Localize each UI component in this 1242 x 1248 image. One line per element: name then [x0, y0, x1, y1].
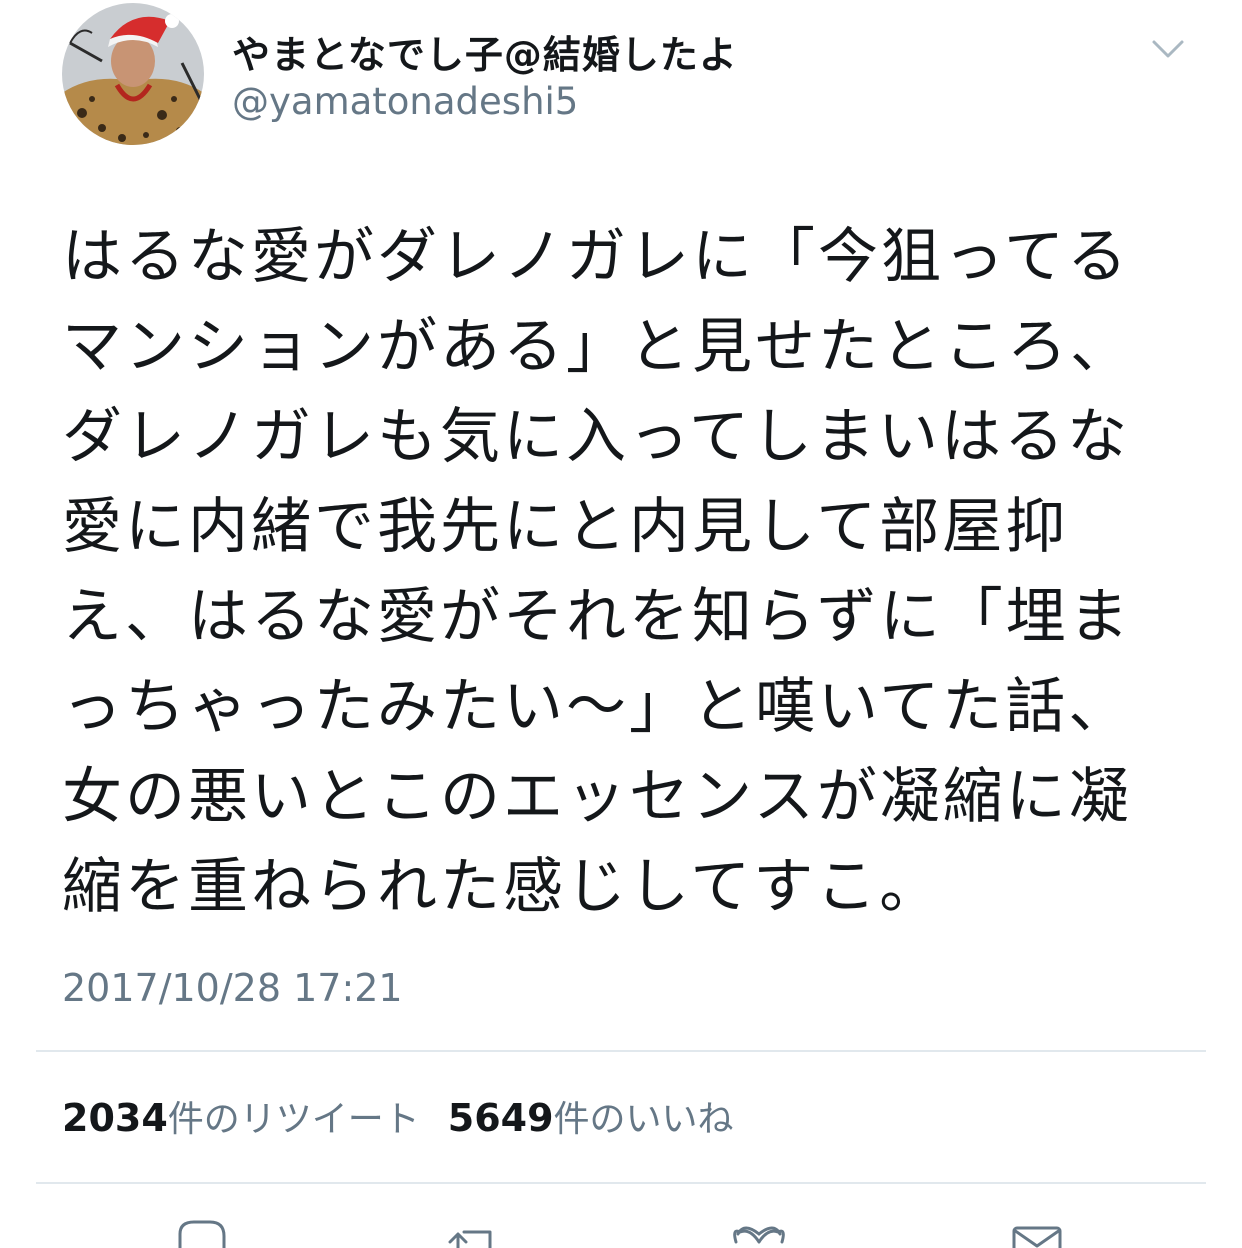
like-count: 5649 — [447, 1096, 554, 1140]
retweet-count: 2034 — [62, 1096, 168, 1140]
chevron-down-icon[interactable] — [1146, 32, 1190, 68]
tweet-stats: 2034件のリツイート 5649件のいいね — [62, 1090, 734, 1142]
like-stat[interactable]: 5649件のいいね — [447, 1096, 734, 1140]
retweet-stat[interactable]: 2034件のリツイート — [62, 1096, 420, 1140]
like-label: 件のいいね — [553, 1099, 734, 1140]
avatar[interactable] — [62, 3, 204, 145]
retweet-icon[interactable] — [440, 1208, 510, 1248]
retweet-label: 件のリツイート — [167, 1099, 420, 1140]
reply-icon[interactable] — [166, 1208, 236, 1248]
divider — [36, 1050, 1206, 1052]
mail-icon[interactable] — [1002, 1208, 1072, 1248]
display-name[interactable]: やまとなでし子@結婚したよ — [232, 24, 738, 79]
tweet-timestamp: 2017/10/28 17:21 — [62, 966, 403, 1010]
user-handle[interactable]: @yamatonadeshi5 — [232, 80, 578, 123]
tweet-text: はるな愛がダレノガレに「今狙ってるマンションがある」と見せたところ、ダレノガレも… — [62, 222, 1133, 922]
heart-icon[interactable] — [724, 1208, 794, 1248]
divider — [36, 1182, 1206, 1184]
